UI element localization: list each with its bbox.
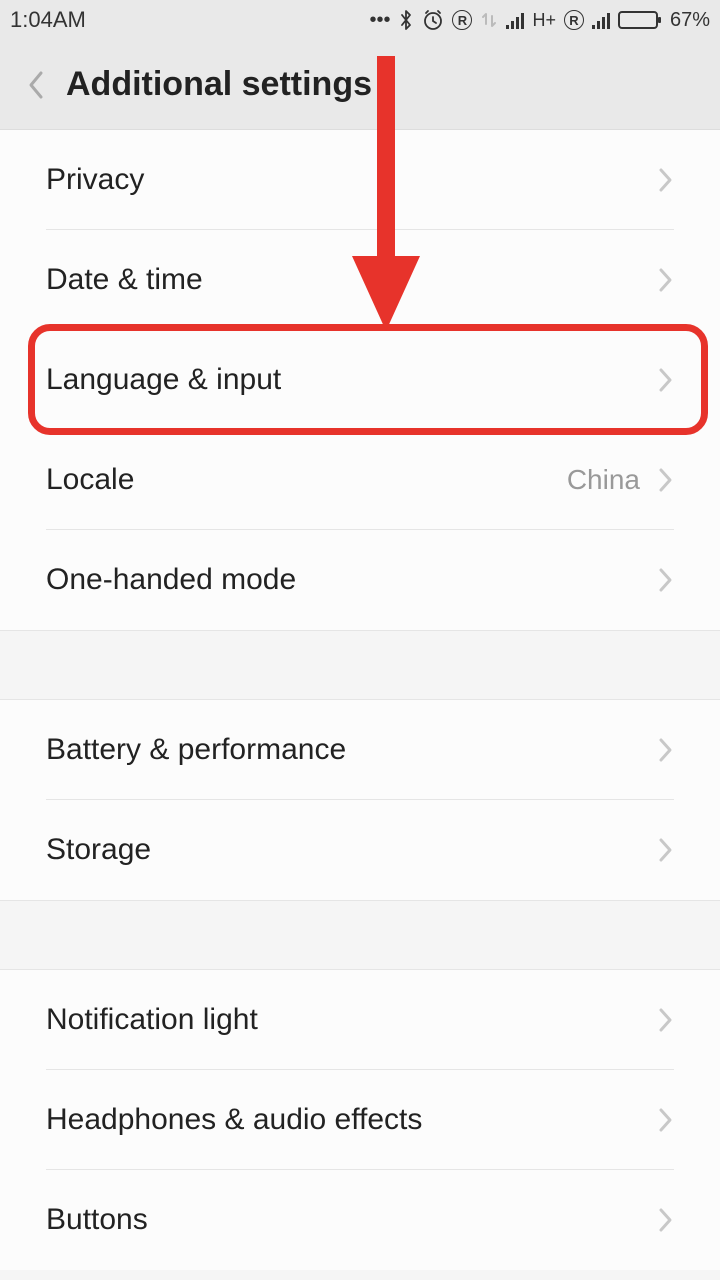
settings-row-label: Date & time [46,263,203,297]
settings-row-label: Buttons [46,1203,148,1237]
settings-list: Privacy Date & time Language & input Locale… [0,130,720,1270]
status-time: 1:04AM [10,7,86,33]
signal-bars-sim2-icon [592,11,610,29]
registered-icon-2: R [564,10,584,30]
more-icon: ••• [369,9,390,32]
section-divider [0,900,720,970]
settings-row-label: Language & input [46,363,281,397]
chevron-right-icon [658,366,674,394]
settings-row[interactable]: Locale China [46,430,674,530]
settings-row[interactable]: Buttons [46,1170,674,1270]
status-bar: 1:04AM ••• R H+ R 67% [0,0,720,40]
signal-bars-sim1-icon [506,11,524,29]
alarm-icon [422,9,444,31]
status-icons: ••• R H+ R 67% [369,9,710,32]
back-button[interactable] [16,65,56,105]
settings-row[interactable]: Battery & performance [46,700,674,800]
settings-row[interactable]: Notification light [46,970,674,1070]
battery-percent: 67% [670,9,710,32]
settings-row-label: Privacy [46,163,144,197]
settings-row-label: Storage [46,833,151,867]
chevron-right-icon [658,566,674,594]
chevron-right-icon [658,1006,674,1034]
settings-row-value: China [567,464,640,496]
settings-row-label: Headphones & audio effects [46,1103,422,1137]
chevron-right-icon [658,836,674,864]
settings-row-label: Locale [46,463,134,497]
section-divider [0,630,720,700]
chevron-right-icon [658,1206,674,1234]
bluetooth-icon [398,9,414,31]
settings-row[interactable]: Headphones & audio effects [46,1070,674,1170]
chevron-right-icon [658,266,674,294]
settings-row[interactable]: Language & input [46,330,674,430]
chevron-right-icon [658,736,674,764]
registered-icon: R [452,10,472,30]
network-type: H+ [532,10,556,31]
chevron-right-icon [658,166,674,194]
chevron-right-icon [658,466,674,494]
settings-row[interactable]: One-handed mode [46,530,674,630]
data-transfer-icon [480,10,498,30]
settings-row[interactable]: Date & time [46,230,674,330]
settings-row-label: One-handed mode [46,563,296,597]
battery-icon [618,11,662,29]
settings-row[interactable]: Storage [46,800,674,900]
header: Additional settings [0,40,720,130]
page-title: Additional settings [66,65,372,104]
chevron-right-icon [658,1106,674,1134]
settings-row[interactable]: Privacy [46,130,674,230]
settings-row-label: Battery & performance [46,733,346,767]
settings-row-label: Notification light [46,1003,258,1037]
